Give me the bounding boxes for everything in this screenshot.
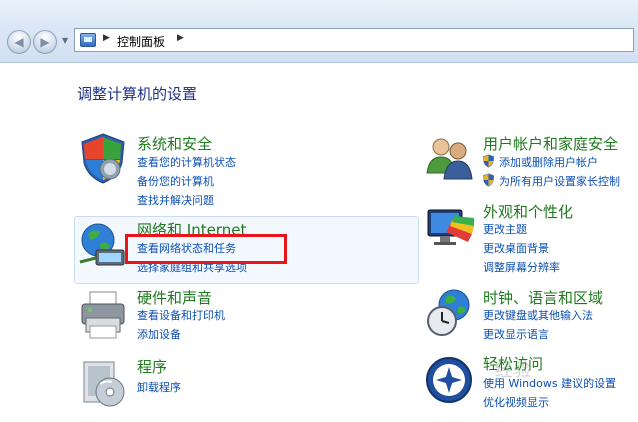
address-bar[interactable]: ▶ 控制面板 ▶: [74, 28, 634, 52]
printer-icon: [81, 291, 125, 339]
link-troubleshoot[interactable]: 查找并解决问题: [137, 192, 214, 208]
link-backup-computer[interactable]: 备份您的计算机: [137, 173, 214, 189]
link-change-theme[interactable]: 更改主题: [483, 221, 527, 237]
control-panel-icon: [80, 33, 96, 47]
uac-shield-icon: [483, 154, 494, 168]
recent-pages-dropdown-icon[interactable]: ▼: [62, 36, 68, 45]
ease-of-access-icon: [426, 357, 472, 403]
page-title: 调整计算机的设置: [77, 85, 198, 103]
programs-disc-icon: [83, 361, 125, 407]
shield-icon: [81, 133, 125, 184]
link-add-device[interactable]: 添加设备: [137, 326, 181, 342]
link-parental-controls[interactable]: 为所有用户设置家长控制: [499, 173, 620, 189]
link-view-computer-status[interactable]: 查看您的计算机状态: [137, 154, 236, 170]
link-screen-resolution[interactable]: 调整屏幕分辨率: [483, 259, 560, 275]
category-title-programs[interactable]: 程序: [137, 356, 167, 377]
category-title-security[interactable]: 系统和安全: [137, 133, 212, 154]
annotation-highlight-box: [125, 234, 287, 264]
address-toolbar: ◀ ▶ ▼ ▶ 控制面板 ▶: [0, 0, 638, 63]
link-desktop-background[interactable]: 更改桌面背景: [483, 240, 549, 256]
monitor-palette-icon: [427, 209, 474, 245]
watermark: 经验: [495, 360, 531, 381]
link-optimize-display[interactable]: 优化视频显示: [483, 394, 549, 410]
clock-globe-icon: [427, 289, 470, 336]
link-keyboard-input[interactable]: 更改键盘或其他输入法: [483, 307, 593, 323]
category-title-clock[interactable]: 时钟、语言和区域: [483, 287, 603, 308]
back-button[interactable]: ◀: [7, 30, 31, 54]
forward-button[interactable]: ▶: [33, 30, 57, 54]
users-icon: [426, 138, 473, 180]
breadcrumb-separator-icon[interactable]: ▶: [177, 33, 184, 43]
breadcrumb-separator-icon[interactable]: ▶: [103, 33, 110, 43]
category-title-appearance[interactable]: 外观和个性化: [483, 201, 573, 222]
uac-shield-icon: [483, 173, 494, 187]
category-title-hardware[interactable]: 硬件和声音: [137, 287, 212, 308]
link-uninstall-program[interactable]: 卸载程序: [137, 379, 181, 395]
link-display-language[interactable]: 更改显示语言: [483, 326, 549, 342]
category-title-users[interactable]: 用户帐户和家庭安全: [483, 133, 618, 154]
link-add-remove-accounts[interactable]: 添加或删除用户帐户: [499, 154, 598, 170]
network-globe-icon: [79, 223, 125, 266]
back-arrow-icon: ◀: [14, 35, 24, 49]
link-devices-printers[interactable]: 查看设备和打印机: [137, 307, 225, 323]
breadcrumb-control-panel[interactable]: 控制面板: [117, 33, 165, 50]
forward-arrow-icon: ▶: [40, 35, 50, 49]
